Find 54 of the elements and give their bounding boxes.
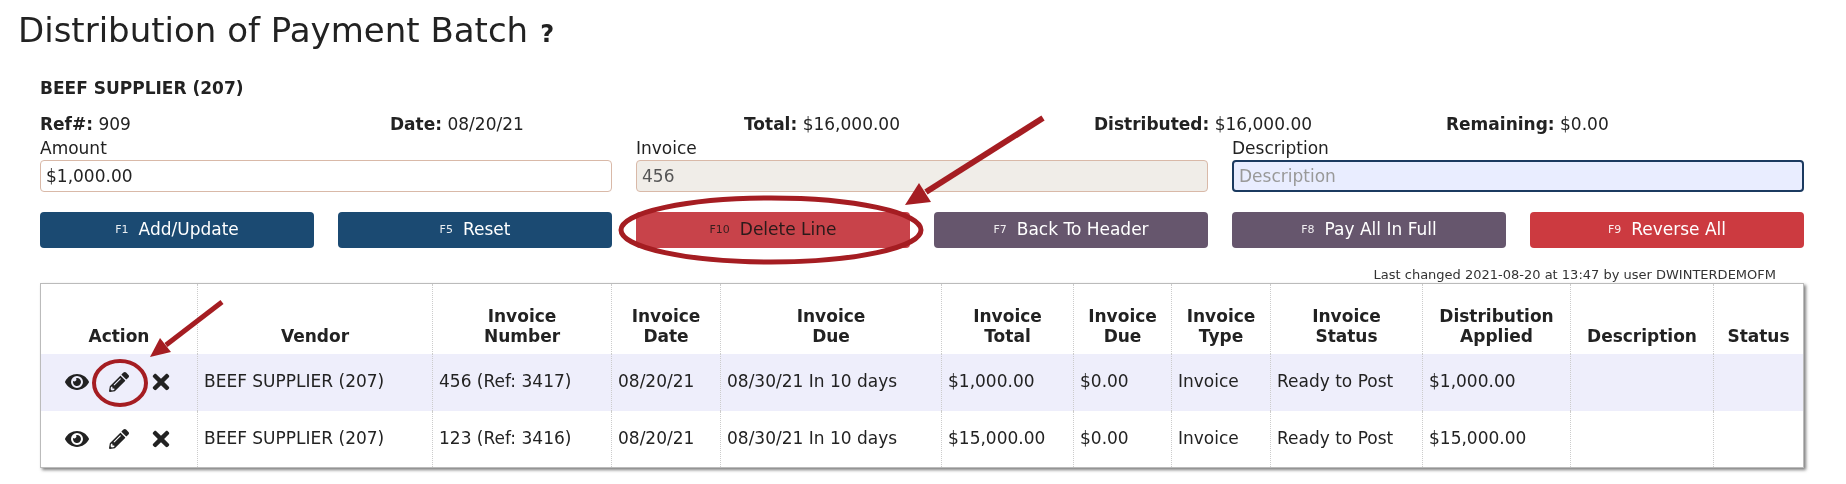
column-header: Description — [1587, 325, 1697, 346]
input-field[interactable]: $1,000.00 — [40, 160, 612, 192]
summary-item: Ref#: 909 — [40, 114, 131, 134]
action-button[interactable]: F9 Reverse All — [1530, 212, 1804, 248]
input-field[interactable]: Description — [1232, 160, 1804, 192]
column-header: Invoice Type — [1186, 305, 1256, 346]
table-cell: 456 (Ref: 3417) — [439, 371, 572, 392]
action-button[interactable]: F5 Reset — [338, 212, 612, 248]
table-cell: $1,000.00 — [948, 371, 1035, 392]
last-changed-note: Last changed 2021-08-20 at 13:47 by user DWINTERDEMOFM — [1373, 267, 1776, 283]
table-cell: 08/30/21 In 10 days — [727, 428, 898, 448]
summary-item: Total: $16,000.00 — [744, 114, 900, 134]
column-header: Invoice Due — [796, 305, 866, 346]
column-header: Invoice Status — [1312, 305, 1381, 346]
column-header: Invoice Total — [973, 305, 1042, 346]
vendor-name: BEEF SUPPLIER (207) — [40, 78, 245, 98]
summary-item: Distributed: $16,000.00 — [1094, 114, 1313, 134]
table-cell: BEEF SUPPLIER (207) — [204, 428, 385, 448]
table-cell: $0.00 — [1080, 371, 1129, 392]
column-header: Distribution Applied — [1439, 305, 1554, 346]
table-cell: $0.00 — [1080, 428, 1129, 448]
summary-item: Remaining: $0.00 — [1446, 114, 1609, 134]
table-cell: Invoice — [1178, 371, 1239, 392]
field-label: Amount — [40, 138, 108, 158]
action-button[interactable]: F8 Pay All In Full — [1232, 212, 1506, 248]
column-header: Invoice Due — [1088, 305, 1157, 346]
field-label: Invoice — [636, 138, 698, 158]
help-icon[interactable]: ? — [540, 16, 555, 52]
table-cell: $15,000.00 — [1429, 428, 1527, 448]
column-header: Action — [88, 325, 150, 346]
table-cell: $15,000.00 — [948, 428, 1046, 448]
table-cell: 08/20/21 — [618, 428, 695, 448]
action-button[interactable]: F1 Add/Update — [40, 212, 314, 248]
action-button[interactable]: F7 Back To Header — [934, 212, 1208, 248]
table-row[interactable]: BEEF SUPPLIER (207) 456 (Ref: 3417) 08/20/21 08/30/21 In 10 days $1,000.00 $0.00 Invoice Ready to Post $1,000.00 — [40, 353, 1804, 411]
table-cell: Invoice — [1178, 428, 1239, 448]
field-label: Description — [1232, 138, 1330, 158]
table-cell: BEEF SUPPLIER (207) — [204, 371, 385, 392]
column-header: Vendor — [280, 325, 350, 346]
summary-item: Date: 08/20/21 — [390, 114, 524, 134]
highlight-circle — [92, 359, 148, 407]
table-cell: Ready to Post — [1277, 371, 1394, 392]
table-cell: 08/20/21 — [618, 371, 695, 392]
table-cell: Ready to Post — [1277, 428, 1394, 448]
column-header: Status — [1727, 325, 1790, 346]
column-header: Invoice Number — [483, 305, 561, 346]
page-title: Distribution of Payment Batch — [18, 9, 529, 52]
edit-icon[interactable] — [109, 372, 129, 392]
table-cell: $1,000.00 — [1429, 371, 1516, 392]
column-header: Invoice Date — [631, 305, 701, 346]
edit-icon[interactable] — [109, 428, 129, 449]
table-cell: 08/30/21 In 10 days — [727, 371, 898, 392]
table-cell: 123 (Ref: 3416) — [439, 428, 572, 448]
table-row[interactable]: BEEF SUPPLIER (207) 123 (Ref: 3416) 08/20/21 08/30/21 In 10 days $15,000.00 $0.00 Invoice Ready to Post $15,000.00 — [40, 410, 1804, 468]
